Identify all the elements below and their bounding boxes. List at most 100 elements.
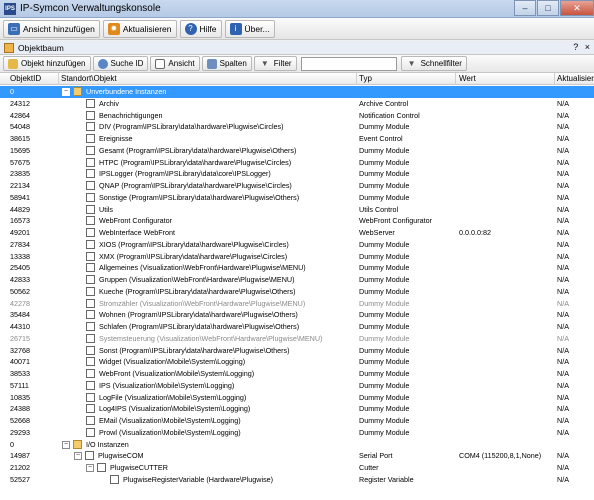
object-updated-cell: N/A [557, 110, 569, 120]
add-view-button[interactable]: ▭ Ansicht hinzufügen [3, 19, 100, 38]
object-type-cell: Dummy Module [359, 181, 410, 190]
panel-close-button[interactable]: × [585, 42, 590, 52]
table-row[interactable]: 13338 XMX (Program\IPSLibrary\data\hardwa… [0, 251, 594, 263]
maximize-button[interactable]: □ [537, 0, 559, 16]
instance-icon [86, 322, 95, 331]
table-row[interactable]: 42833 Gruppen (Visualization\WebFront\Har… [0, 274, 594, 286]
table-row[interactable]: 10835 LogFile (Visualization\Mobile\Syste… [0, 392, 594, 404]
collapse-toggle-icon[interactable]: − [86, 464, 94, 472]
object-name-cell: WebFront Configurator [99, 216, 172, 226]
help-button[interactable]: ? Hilfe [179, 19, 222, 38]
object-tree-panel-header: Objektbaum ? × [0, 41, 594, 55]
refresh-button[interactable]: ✹ Aktualisieren [102, 19, 177, 38]
view-button[interactable]: Ansicht [150, 56, 200, 71]
column-header-id[interactable]: ObjektID [10, 74, 41, 83]
table-row[interactable]: 52668 EMail (Visualization\Mobile\System\… [0, 415, 594, 427]
folder-add-icon [8, 58, 18, 69]
quickfilter-input[interactable] [300, 56, 397, 71]
tree-toolbar: Objekt hinzufügen Suche ID Ansicht Spalt… [0, 55, 594, 73]
table-row[interactable]: 29293 Prowl (Visualization\Mobile\System\… [0, 427, 594, 439]
columns-button[interactable]: Spalten [201, 56, 252, 71]
table-row[interactable]: 0 − I/O Instanzen [0, 439, 594, 451]
table-row[interactable]: 38615 Ereignisse Event Control N/A [0, 133, 594, 145]
table-row[interactable]: 44310 Schlafen (Program\IPSLibrary\data\h… [0, 321, 594, 333]
table-row[interactable]: 57675 HTPC (Program\IPSLibrary\data\hardw… [0, 157, 594, 169]
folder-icon [73, 439, 82, 449]
minimize-button[interactable]: – [514, 0, 536, 16]
collapse-toggle-icon[interactable]: − [62, 440, 70, 449]
object-type-cell: Dummy Module [359, 369, 410, 378]
gear-icon: ✹ [107, 22, 120, 35]
object-id-cell: 10835 [10, 392, 30, 402]
object-id-cell: 23835 [10, 169, 30, 179]
table-row[interactable]: 24388 Log4IPS (Visualization\Mobile\Syste… [0, 403, 594, 415]
object-id-cell: 57111 [10, 380, 29, 390]
table-row[interactable]: 32768 Sonst (Program\IPSLibrary\data\hard… [0, 345, 594, 357]
table-row[interactable]: 54048 DIV (Program\IPSLibrary\data\hardwa… [0, 121, 594, 133]
filter-icon: ▼ [407, 58, 416, 68]
table-row[interactable]: 21202 − PlugwiseCUTTER Cutter N/A [0, 462, 594, 474]
table-row[interactable]: 50562 Kueche (Program\IPSLibrary\data\har… [0, 286, 594, 298]
column-header-type[interactable]: Typ [359, 74, 372, 83]
folder-icon [73, 87, 82, 96]
close-button[interactable]: ✕ [560, 0, 594, 16]
table-row[interactable]: 58941 Sonstige (Program\IPSLibrary\data\h… [0, 192, 594, 204]
table-row[interactable]: 25405 Allgemeines (Visualization\WebFront… [0, 262, 594, 274]
object-name-cell: Sonstige (Program\IPSLibrary\data\hardwa… [99, 192, 300, 202]
object-name-cell: Prowl (Visualization\Mobile\System\Loggi… [99, 427, 241, 437]
table-row[interactable]: 42278 Stromzähler (Visualization\WebFront… [0, 298, 594, 310]
filter-button[interactable]: ▼ Filter [253, 56, 297, 71]
instance-icon [86, 169, 95, 179]
about-button[interactable]: i Über... [224, 19, 275, 38]
table-row[interactable]: 24312 Archiv Archive Control N/A [0, 98, 594, 110]
table-row[interactable]: 52527 PlugwiseRegisterVariable (Hardware\… [0, 474, 594, 486]
column-header-row: ObjektID Standort\Objekt Typ Wert Aktual… [0, 73, 594, 85]
table-row[interactable]: 22134 QNAP (Program\IPSLibrary\data\hardw… [0, 180, 594, 192]
instance-icon [86, 134, 95, 143]
table-row[interactable]: 40071 Widget (Visualization\Mobile\System… [0, 356, 594, 368]
search-id-button[interactable]: Suche ID [92, 56, 149, 71]
quickfilter-button[interactable]: ▼ Schnellfilter [400, 56, 467, 71]
object-name-cell: Benachrichtigungen [99, 110, 163, 120]
table-row[interactable]: 38533 WebFront (Visualization\Mobile\Syst… [0, 368, 594, 380]
panel-help-button[interactable]: ? [573, 42, 578, 52]
instance-icon [110, 474, 119, 484]
collapse-toggle-icon[interactable]: − [74, 452, 82, 461]
add-object-button[interactable]: Objekt hinzufügen [3, 56, 91, 71]
table-row[interactable]: 23835 IPSLogger (Program\IPSLibrary\data\… [0, 168, 594, 180]
table-row[interactable]: 49201 WebInterface WebFront WebServer 0.0.0… [0, 227, 594, 239]
column-header-location[interactable]: Standort\Objekt [61, 74, 117, 83]
instance-icon [86, 345, 95, 355]
column-header-updated[interactable]: Aktualisiert [557, 74, 594, 83]
collapse-toggle-icon[interactable]: − [62, 88, 70, 96]
object-id-cell: 44310 [10, 322, 30, 331]
column-header-value[interactable]: Wert [459, 74, 476, 83]
instance-icon [86, 357, 95, 367]
object-type-cell: Utils Control [359, 204, 399, 214]
table-row[interactable]: 27834 XIOS (Program\IPSLibrary\data\hardw… [0, 239, 594, 251]
object-type-cell: Notification Control [359, 110, 420, 120]
object-tree-icon [4, 43, 14, 53]
table-row[interactable]: 0 − Unverbundene Instanzen [0, 86, 594, 98]
object-name-cell: WebFront (Visualization\Mobile\System\Lo… [99, 369, 255, 378]
instance-icon [97, 463, 106, 472]
table-row[interactable]: 35484 Wohnen (Program\IPSLibrary\data\har… [0, 309, 594, 321]
table-row[interactable]: 14987 − PlugwiseCOM Serial Port COM4 (115200… [0, 450, 594, 462]
table-row[interactable]: 16573 WebFront Configurator WebFront Confi… [0, 215, 594, 227]
title-bar: IPS IP-Symcon Verwaltungskonsole – □ ✕ [0, 0, 594, 18]
object-updated-cell: N/A [557, 427, 569, 437]
object-name-cell: Gruppen (Visualization\WebFront\Hardware… [99, 275, 295, 284]
table-row[interactable]: 26715 Systemsteuerung (Visualization\WebF… [0, 333, 594, 345]
table-row[interactable]: 42864 Benachrichtigungen Notification Cont… [0, 110, 594, 122]
object-name-cell: I/O Instanzen [86, 439, 129, 449]
table-row[interactable]: 44829 Utils Utils Control N/A [0, 204, 594, 216]
object-name-cell: XMX (Program\IPSLibrary\data\hardware\Pl… [99, 251, 288, 261]
object-name-cell: XIOS (Program\IPSLibrary\data\hardware\P… [99, 239, 289, 249]
object-name-cell: Sonst (Program\IPSLibrary\data\hardware\… [99, 345, 290, 355]
table-row[interactable]: 15695 Gesamt (Program\IPSLibrary\data\har… [0, 145, 594, 157]
instance-icon [86, 204, 95, 214]
table-row[interactable]: 57111 IPS (Visualization\Mobile\System\Lo… [0, 380, 594, 392]
object-id-cell: 42864 [10, 110, 30, 120]
object-tree-grid: ObjektID Standort\Objekt Typ Wert Aktual… [0, 73, 594, 500]
help-icon: ? [184, 22, 197, 35]
